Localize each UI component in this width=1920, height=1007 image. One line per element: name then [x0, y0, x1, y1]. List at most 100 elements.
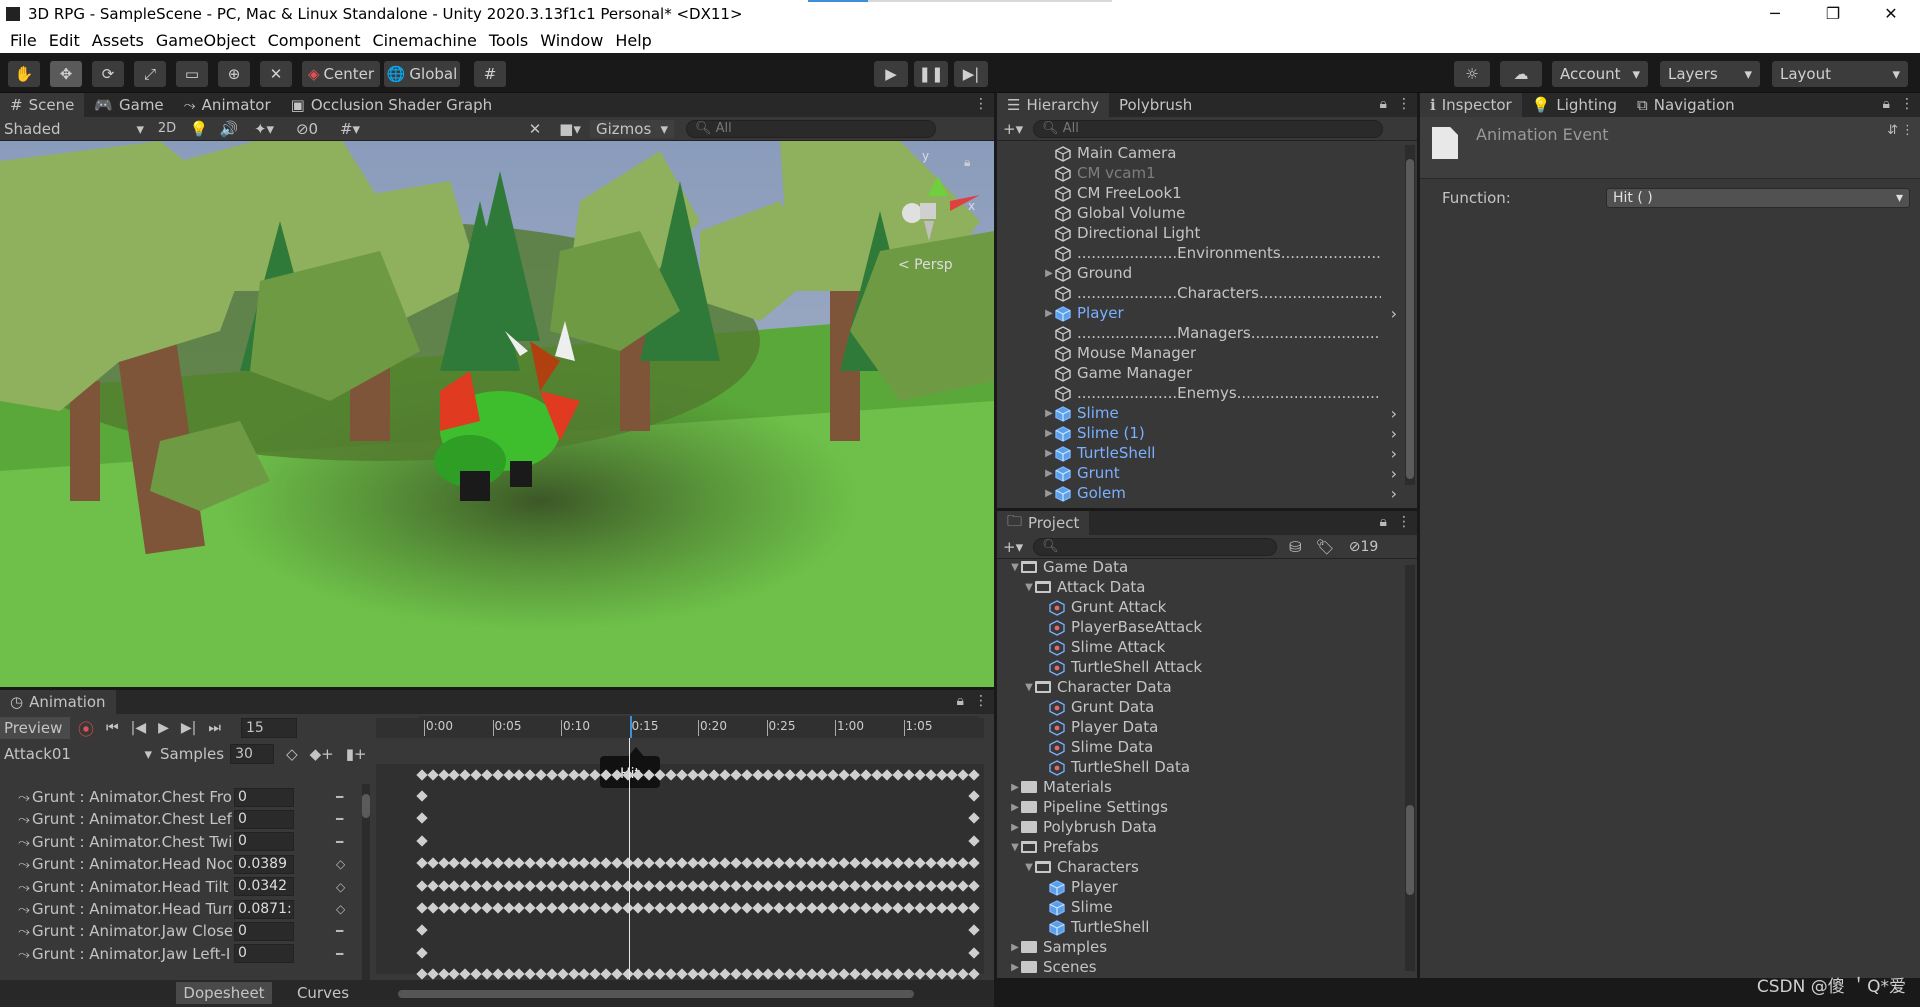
grid-dropdown[interactable]: #▾ [330, 120, 370, 138]
hierarchy-item[interactable]: ▶ Slime › [997, 403, 1401, 423]
property-scrollbar[interactable] [362, 784, 370, 980]
tab-inspector[interactable]: ℹ Inspector [1420, 93, 1522, 117]
expand-arrow-icon[interactable]: ▶ [1043, 468, 1055, 479]
chevron-right-icon[interactable]: › [1391, 404, 1397, 423]
hidden-toggle[interactable]: ⊘0 [284, 120, 330, 138]
project-item[interactable]: Player [997, 877, 1401, 897]
close-button[interactable]: ✕ [1862, 0, 1920, 28]
more-menu-icon[interactable]: ⋮ [974, 96, 988, 112]
play-button[interactable]: ▶ [874, 61, 908, 87]
prev-keyframe-icon[interactable]: |◀ [131, 720, 146, 736]
project-item[interactable]: PlayerBaseAttack [997, 617, 1401, 637]
animation-property-row[interactable]: ⤳ Grunt : Animator.Chest Fror 0 ━ [0, 786, 370, 808]
expand-arrow-icon[interactable]: ▶ [1009, 782, 1021, 793]
hierarchy-item[interactable]: ▶ Slime (1) › [997, 423, 1401, 443]
keyframe-diamond-icon[interactable]: ◇ [336, 880, 345, 894]
minus-icon[interactable]: ━ [336, 812, 343, 826]
pivot-center-button[interactable]: ◈ Center [302, 61, 380, 87]
account-dropdown[interactable]: Account ▾ [1552, 61, 1648, 87]
hierarchy-item[interactable]: Main Camera [997, 143, 1401, 163]
project-item[interactable]: TurtleShell Attack [997, 657, 1401, 677]
rect-tool-button[interactable]: ▭ [176, 61, 208, 87]
persp-label[interactable]: < Persp [898, 257, 953, 273]
more-menu-icon[interactable]: ⋮ [1397, 96, 1411, 112]
play-icon[interactable]: ▶ [158, 720, 169, 736]
project-scroll-thumb[interactable] [1406, 805, 1414, 895]
rotate-tool-button[interactable]: ⟳ [92, 61, 124, 87]
more-menu-icon[interactable]: ⋮ [1900, 96, 1914, 112]
preview-toggle[interactable]: Preview [0, 717, 70, 739]
minus-icon[interactable]: ━ [336, 835, 343, 849]
layers-dropdown[interactable]: Layers ▾ [1660, 61, 1760, 87]
tab-navigation[interactable]: ⧉ Navigation [1627, 93, 1745, 117]
hierarchy-scrollbar[interactable] [1405, 145, 1415, 485]
lock-icon[interactable]: 🔒︎ [1380, 514, 1387, 530]
tab-lighting[interactable]: 💡 Lighting [1522, 93, 1627, 117]
preset-icon[interactable]: ⇵ [1887, 123, 1898, 138]
tab-hierarchy[interactable]: ☰ Hierarchy [997, 93, 1109, 117]
hierarchy-item[interactable]: CM FreeLook1 [997, 183, 1401, 203]
expand-arrow-icon[interactable]: ▼ [1023, 862, 1035, 873]
hierarchy-item[interactable]: Mouse Manager [997, 343, 1401, 363]
property-value-input[interactable]: 0 [234, 944, 294, 964]
frame-input[interactable]: 15 [240, 718, 297, 738]
tab-occlusion-shader-graph[interactable]: ▣ Occlusion Shader Graph [281, 93, 503, 117]
expand-arrow-icon[interactable]: ▶ [1009, 822, 1021, 833]
lock-icon[interactable]: 🔒︎ [1380, 96, 1387, 112]
animation-property-row[interactable]: ⤳ Grunt : Animator.Chest Twi 0 ━ [0, 831, 370, 853]
hierarchy-item[interactable]: ▶ Player › [997, 303, 1401, 323]
property-value-input[interactable]: 0.0389 [234, 854, 294, 874]
project-item[interactable]: ▼ Characters [997, 857, 1401, 877]
audio-toggle[interactable]: 🔊 [214, 120, 244, 138]
menu-file[interactable]: File [4, 31, 43, 50]
project-item[interactable]: Player Data [997, 717, 1401, 737]
samples-input[interactable]: 30 [230, 744, 275, 764]
create-dropdown[interactable]: +▾ [997, 538, 1029, 556]
keyframe-diamond-icon[interactable]: ◇ [336, 902, 345, 916]
property-value-input[interactable]: 0 [234, 787, 294, 807]
menu-cinemachine[interactable]: Cinemachine [366, 31, 482, 50]
minus-icon[interactable]: ━ [336, 924, 343, 938]
property-value-input[interactable]: 0 [234, 921, 294, 941]
clip-dropdown[interactable]: Attack01 ▾ [0, 745, 156, 763]
effects-dropdown[interactable]: ✦▾ [244, 120, 284, 138]
expand-arrow-icon[interactable]: ▼ [1023, 582, 1035, 593]
minus-icon[interactable]: ━ [336, 947, 343, 961]
hierarchy-item[interactable]: ▶ TurtleShell › [997, 443, 1401, 463]
expand-arrow-icon[interactable]: ▶ [1043, 308, 1055, 319]
hierarchy-item[interactable]: CM vcam1 [997, 163, 1401, 183]
hierarchy-scroll-thumb[interactable] [1406, 159, 1414, 479]
shading-dropdown[interactable]: Shaded ▾ [0, 120, 150, 138]
minimize-button[interactable]: ─ [1746, 0, 1804, 28]
animation-property-row[interactable]: ⤳ Grunt : Animator.Jaw Close 0 ━ [0, 920, 370, 942]
add-key-plus-icon[interactable]: ◆+ [310, 745, 334, 763]
tab-project[interactable]: 🗀 Project [997, 511, 1090, 535]
hierarchy-item[interactable]: Game Manager [997, 363, 1401, 383]
hidden-packages-toggle[interactable]: ⊘19 [1349, 539, 1379, 555]
hierarchy-item[interactable]: ▶ Golem › [997, 483, 1401, 503]
expand-arrow-icon[interactable]: ▶ [1043, 268, 1055, 279]
chevron-right-icon[interactable]: › [1391, 304, 1397, 323]
project-item[interactable]: TurtleShell Data [997, 757, 1401, 777]
project-item[interactable]: TurtleShell [997, 917, 1401, 937]
animation-property-row[interactable]: ⤳ Grunt : Animator.Chest Left 0 ━ [0, 808, 370, 830]
project-item[interactable]: ▶ Samples [997, 937, 1401, 957]
gizmos-dropdown[interactable]: Gizmos ▾ [590, 119, 674, 138]
custom-tool-button[interactable]: ✕ [260, 61, 292, 87]
project-search-input[interactable]: 🔍︎ [1033, 537, 1278, 556]
property-value-input[interactable]: 0 [234, 832, 294, 852]
hand-tool-button[interactable]: ✋ [8, 61, 40, 87]
cloud-button[interactable]: ☁ [1500, 61, 1542, 87]
project-item[interactable]: ▼ Game Data [997, 557, 1401, 577]
menu-tools[interactable]: Tools [483, 31, 534, 50]
tab-game[interactable]: 🎮 Game [84, 93, 173, 117]
menu-window[interactable]: Window [534, 31, 609, 50]
add-dropdown[interactable]: +▾ [997, 120, 1029, 138]
playhead-line[interactable] [629, 718, 630, 980]
filter-type-icon[interactable]: ⛁ [1289, 538, 1302, 556]
maximize-button[interactable]: ❐ [1804, 0, 1862, 28]
project-item[interactable]: Grunt Data [997, 697, 1401, 717]
project-scrollbar[interactable] [1405, 565, 1415, 971]
expand-arrow-icon[interactable]: ▶ [1043, 488, 1055, 499]
expand-arrow-icon[interactable]: ▶ [1043, 448, 1055, 459]
